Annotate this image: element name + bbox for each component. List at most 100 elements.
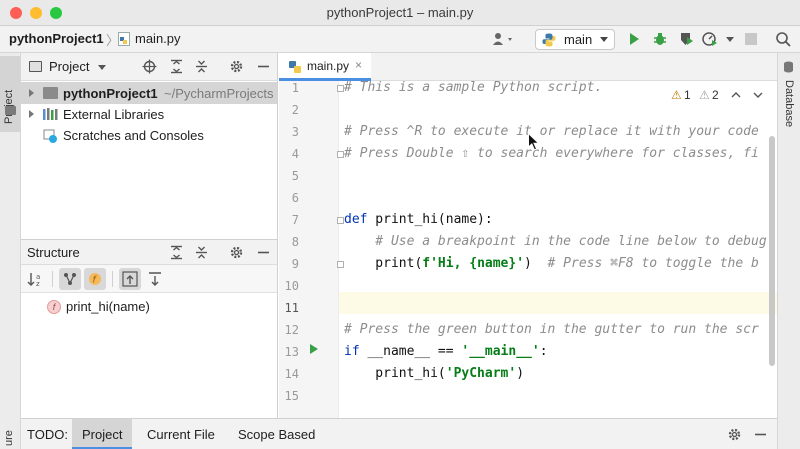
database-icon[interactable] bbox=[783, 61, 794, 73]
minimize-panel-icon[interactable] bbox=[256, 59, 271, 74]
fold-marker[interactable] bbox=[337, 85, 344, 92]
run-configuration-label: main bbox=[564, 32, 593, 47]
tree-item-scratches-and-consoles[interactable]: Scratches and Consoles bbox=[63, 128, 204, 143]
project-panel-header: Project bbox=[21, 53, 278, 81]
autoscroll-to-source-icon[interactable] bbox=[119, 268, 141, 290]
code-line: # Press the green button in the gutter t… bbox=[344, 322, 759, 337]
structure-toolbar: a z f bbox=[21, 265, 278, 293]
line-number: 11 bbox=[284, 301, 299, 315]
toolbar-divider bbox=[112, 271, 113, 287]
code-line: # Press ^R to execute it or replace it w… bbox=[344, 124, 759, 139]
project-view-selector[interactable]: Project bbox=[49, 59, 89, 74]
structure-tool-tab[interactable]: ure bbox=[3, 430, 15, 446]
debug-icon[interactable] bbox=[652, 31, 668, 47]
chevron-up-icon[interactable] bbox=[731, 91, 741, 99]
chevron-down-icon[interactable] bbox=[753, 91, 763, 99]
todo-panel-header: TODO: Project Current File Scope Based bbox=[21, 418, 777, 449]
database-tool-tab[interactable]: Database bbox=[783, 80, 795, 127]
code-editor[interactable]: 1 2 3 4 5 6 7 8 9 10 11 12 13 14 15 # Th… bbox=[279, 81, 777, 418]
locate-file-icon[interactable] bbox=[142, 59, 157, 74]
line-number: 13 bbox=[284, 345, 299, 359]
gear-icon[interactable] bbox=[229, 59, 244, 74]
fold-marker[interactable] bbox=[337, 261, 344, 268]
code-line: print_hi('PyCharm') bbox=[344, 366, 525, 381]
warning-count: 1 bbox=[684, 88, 691, 102]
inspection-widget[interactable]: ⚠ 1 ⚠ 2 bbox=[671, 87, 771, 105]
project-tool-tab[interactable]: Project bbox=[0, 56, 20, 132]
minimize-panel-icon[interactable] bbox=[256, 245, 271, 260]
profile-icon[interactable] bbox=[702, 31, 718, 47]
line-number: 1 bbox=[291, 81, 299, 95]
left-tool-window-strip: Project ure bbox=[0, 53, 21, 449]
line-number: 10 bbox=[284, 279, 299, 293]
search-everywhere-icon[interactable] bbox=[775, 31, 791, 47]
gear-icon[interactable] bbox=[229, 245, 244, 260]
todo-title: TODO: bbox=[27, 427, 68, 442]
project-view-icon bbox=[29, 61, 42, 72]
todo-tab-project[interactable]: Project bbox=[72, 419, 133, 449]
structure-item-print-hi[interactable]: print_hi(name) bbox=[66, 299, 150, 314]
line-number: 9 bbox=[291, 257, 299, 271]
chevron-down-icon[interactable] bbox=[98, 65, 106, 70]
python-file-icon bbox=[289, 61, 301, 73]
gear-icon[interactable] bbox=[727, 427, 742, 442]
line-number: 8 bbox=[291, 235, 299, 249]
minimize-panel-icon[interactable] bbox=[753, 427, 768, 442]
more-run-options-icon[interactable] bbox=[726, 37, 734, 42]
sort-alphabetically-icon[interactable]: a z bbox=[24, 268, 46, 290]
editor-scrollbar[interactable] bbox=[769, 136, 775, 366]
run-icon[interactable] bbox=[626, 31, 642, 47]
code-line: print(f'Hi, {name}') # Press ⌘F8 to togg… bbox=[344, 256, 759, 271]
run-with-coverage-icon[interactable] bbox=[678, 31, 694, 47]
code-line: # This is a sample Python script. bbox=[344, 81, 603, 95]
structure-panel-title: Structure bbox=[27, 245, 80, 260]
expand-all-icon[interactable] bbox=[169, 59, 184, 74]
tree-item-external-libraries[interactable]: External Libraries bbox=[63, 107, 164, 122]
fold-marker[interactable] bbox=[337, 217, 344, 224]
navigation-bar: pythonProject1 〉 main.py main bbox=[0, 26, 800, 53]
external-libraries-icon[interactable] bbox=[43, 108, 59, 120]
python-icon bbox=[542, 33, 556, 47]
close-icon[interactable]: × bbox=[355, 58, 362, 72]
todo-tab-current-file[interactable]: Current File bbox=[137, 419, 225, 449]
breadcrumb-file[interactable]: main.py bbox=[135, 31, 181, 46]
project-tree: pythonProject1 ~/PycharmProjects Externa… bbox=[21, 81, 278, 239]
breadcrumb-project[interactable]: pythonProject1 bbox=[9, 31, 104, 46]
window-title: pythonProject1 – main.py bbox=[326, 5, 474, 20]
tab-main-py[interactable]: main.py × bbox=[279, 53, 371, 81]
structure-tree: f print_hi(name) bbox=[21, 293, 278, 418]
structure-panel-header: Structure bbox=[21, 239, 278, 265]
user-icon[interactable] bbox=[492, 32, 516, 46]
tree-item-project-root[interactable]: pythonProject1 ~/PycharmProjects bbox=[21, 82, 277, 104]
tab-label: main.py bbox=[307, 59, 350, 73]
fold-marker[interactable] bbox=[337, 151, 344, 158]
run-gutter-icon[interactable] bbox=[310, 344, 318, 354]
show-inherited-icon[interactable] bbox=[59, 268, 81, 290]
code-line: if __name__ == '__main__': bbox=[344, 344, 548, 359]
run-configuration-selector[interactable]: main bbox=[535, 29, 615, 50]
chevron-right-icon[interactable] bbox=[29, 89, 34, 97]
todo-tab-scope-based[interactable]: Scope Based bbox=[228, 419, 325, 449]
weak-warning-icon: ⚠ bbox=[699, 88, 710, 102]
autoscroll-from-source-icon[interactable] bbox=[144, 268, 166, 290]
toolbar-divider bbox=[52, 271, 53, 287]
chevron-right-icon[interactable] bbox=[29, 110, 34, 118]
line-number: 12 bbox=[284, 323, 299, 337]
line-number: 3 bbox=[291, 125, 299, 139]
show-fields-icon[interactable]: f bbox=[84, 268, 106, 290]
weak-warning-count: 2 bbox=[712, 88, 719, 102]
function-icon: f bbox=[47, 300, 61, 314]
line-number: 15 bbox=[284, 389, 299, 403]
code-line: # Use a breakpoint in the code line belo… bbox=[344, 234, 767, 249]
collapse-all-icon[interactable] bbox=[194, 245, 209, 260]
line-number: 5 bbox=[291, 169, 299, 183]
current-line-highlight bbox=[339, 292, 777, 314]
stop-icon[interactable] bbox=[745, 33, 757, 45]
line-number: 6 bbox=[291, 191, 299, 205]
expand-all-icon[interactable] bbox=[169, 245, 184, 260]
collapse-all-icon[interactable] bbox=[194, 59, 209, 74]
code-line: # Press Double ⇧ to search everywhere fo… bbox=[344, 146, 759, 161]
folder-icon bbox=[5, 106, 16, 115]
scratches-icon[interactable] bbox=[43, 129, 58, 143]
code-line: def print_hi(name): bbox=[344, 212, 493, 227]
